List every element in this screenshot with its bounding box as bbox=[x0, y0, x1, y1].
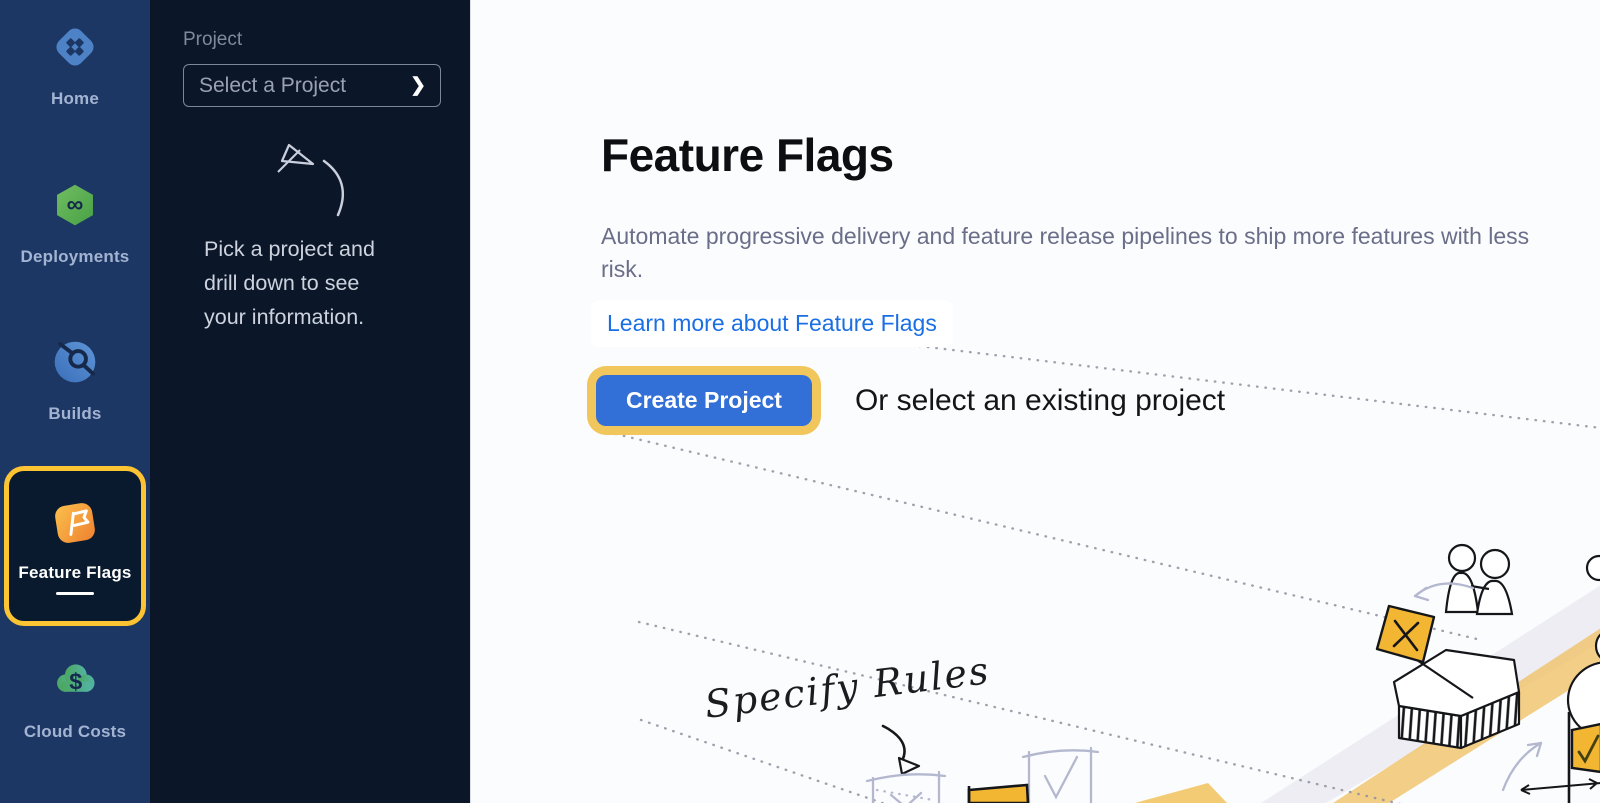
sidebar-item-feature-flags[interactable]: Feature Flags bbox=[4, 466, 146, 626]
builds-icon bbox=[50, 337, 100, 387]
page-title: Feature Flags bbox=[601, 128, 894, 182]
sidebar-item-label: Feature Flags bbox=[18, 563, 131, 583]
feature-flags-icon bbox=[49, 497, 101, 549]
svg-text:$: $ bbox=[69, 668, 82, 694]
home-icon bbox=[50, 22, 100, 72]
select-project-label: Select a Project bbox=[199, 74, 346, 98]
project-panel: Project Select a Project ❯ Pick a projec… bbox=[150, 0, 470, 803]
sidebar-item-builds[interactable]: Builds bbox=[0, 337, 150, 424]
feature-flags-page: Specify Rules Feature Flags Automate pro… bbox=[470, 0, 1600, 803]
cta-row: Create Project Or select an existing pro… bbox=[587, 366, 1225, 435]
cloud-costs-icon: $ bbox=[50, 655, 100, 705]
page-description: Automate progressive delivery and featur… bbox=[601, 220, 1551, 286]
active-indicator bbox=[56, 592, 94, 595]
sidebar-item-label: Home bbox=[51, 89, 99, 109]
learn-more-link[interactable]: Learn more about Feature Flags bbox=[607, 310, 937, 336]
project-hint-text: Pick a project and drill down to see you… bbox=[204, 232, 375, 334]
sidebar-item-label: Deployments bbox=[21, 247, 130, 267]
create-project-button[interactable]: Create Project bbox=[596, 375, 812, 426]
sidebar-item-label: Builds bbox=[48, 404, 101, 424]
sidebar-item-home[interactable]: Home bbox=[0, 22, 150, 109]
create-project-highlight: Create Project bbox=[587, 366, 821, 435]
sidebar-item-label: Cloud Costs bbox=[24, 722, 126, 742]
learn-more-plate: Learn more about Feature Flags bbox=[591, 300, 953, 347]
deployments-icon: ∞ bbox=[50, 180, 100, 230]
chevron-right-icon: ❯ bbox=[410, 74, 426, 97]
project-panel-title: Project bbox=[183, 29, 242, 51]
illustration-caption: Specify Rules bbox=[702, 648, 992, 727]
sidebar-item-deployments[interactable]: ∞ Deployments bbox=[0, 180, 150, 267]
select-project-button[interactable]: Select a Project ❯ bbox=[183, 64, 441, 107]
module-sidebar: Home ∞ Deployments Builds Feature bbox=[0, 0, 150, 803]
sidebar-item-cloud-costs[interactable]: $ Cloud Costs bbox=[0, 655, 150, 742]
or-select-text: Or select an existing project bbox=[855, 384, 1225, 418]
svg-text:∞: ∞ bbox=[67, 191, 84, 217]
